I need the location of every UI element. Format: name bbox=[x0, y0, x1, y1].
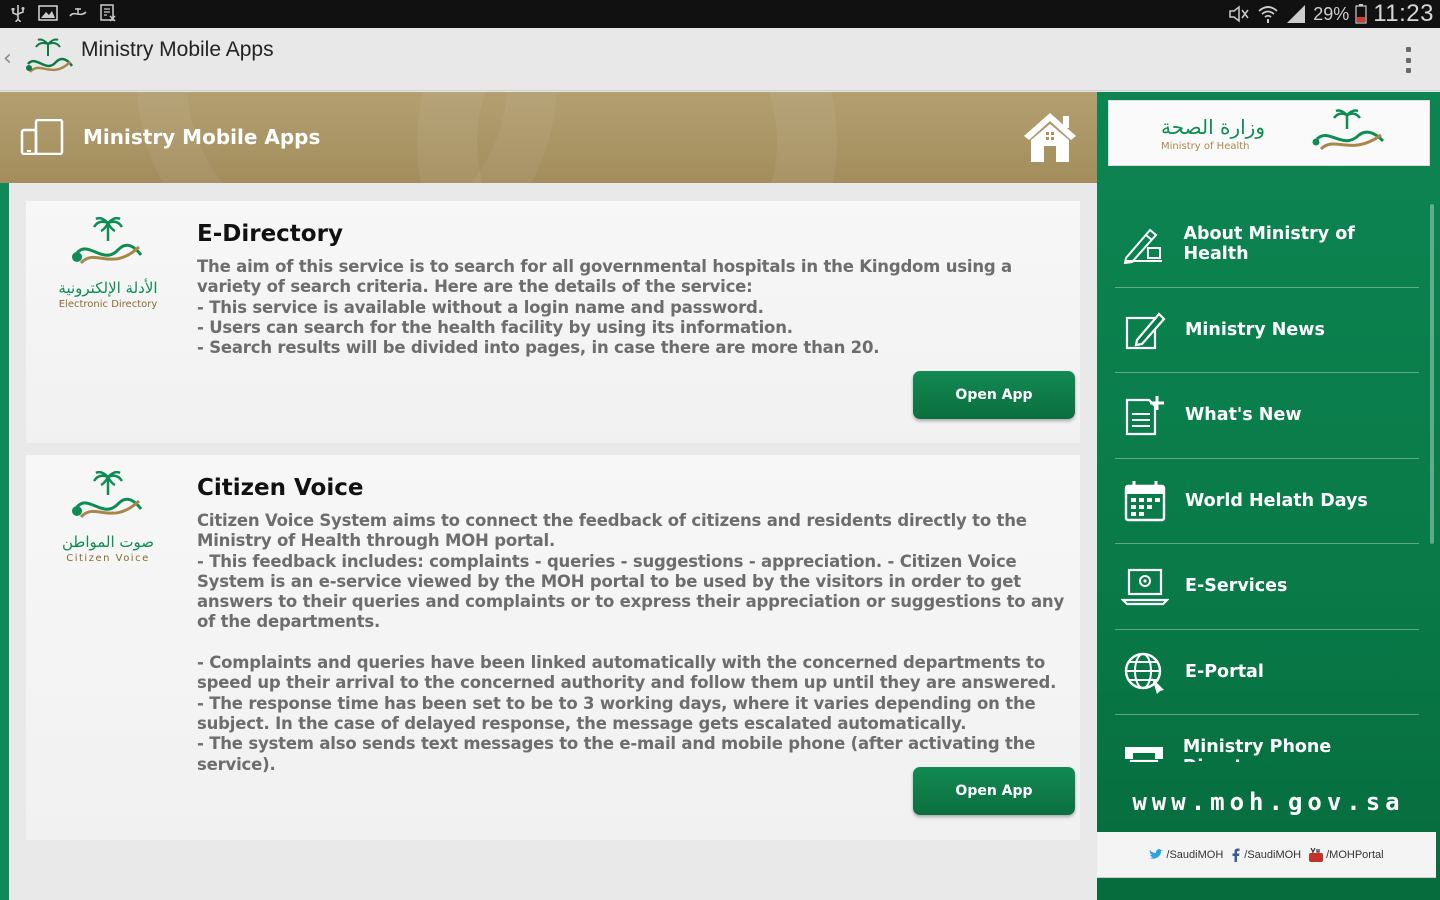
image-icon bbox=[38, 3, 58, 23]
back-icon[interactable]: ‹ bbox=[3, 46, 12, 71]
twitter-icon bbox=[1150, 848, 1164, 859]
facebook-icon bbox=[1232, 848, 1240, 862]
citizen-voice-description: Citizen Voice System aims to connect the… bbox=[197, 511, 1065, 774]
citizen-voice-logo-icon bbox=[72, 470, 143, 519]
sidebar-item-e-services[interactable]: E-Services bbox=[1115, 544, 1419, 630]
sidebar-item-ministry-news[interactable]: Ministry News bbox=[1115, 288, 1419, 373]
e-directory-logo-english: Electronic Directory bbox=[58, 299, 158, 310]
e-directory-open-app-button[interactable]: Open App bbox=[913, 371, 1075, 419]
wifi-icon bbox=[1258, 6, 1278, 23]
signal-icon bbox=[1287, 5, 1306, 23]
ministry-logo-banner[interactable]: وزارة الصحة Ministry of Health bbox=[1108, 100, 1430, 166]
overflow-menu-icon[interactable] bbox=[1404, 47, 1412, 73]
youtube-handle: /MOHPortal bbox=[1326, 848, 1384, 861]
home-icon[interactable] bbox=[1021, 110, 1079, 164]
sidebar-item-label: World Helath Days bbox=[1185, 490, 1368, 511]
status-system-icons: 29% 11:23 bbox=[1227, 0, 1434, 28]
status-time: 11:23 bbox=[1373, 0, 1434, 27]
ministry-logo-arabic: وزارة الصحة bbox=[1161, 115, 1265, 139]
sync-icon bbox=[98, 3, 118, 23]
app-card-e-directory: الأدلة الإلكترونية Electronic Directory … bbox=[26, 201, 1080, 443]
social-links: /SaudiMOH /SaudiMOH /MOHPortal bbox=[1097, 832, 1436, 878]
sidebar-item-label: E-Services bbox=[1185, 576, 1288, 597]
ministry-logo-english: Ministry of Health bbox=[1161, 141, 1250, 152]
citizen-voice-open-app-button[interactable]: Open App bbox=[913, 767, 1075, 815]
page-title: Ministry Mobile Apps bbox=[83, 125, 321, 149]
youtube-icon bbox=[1309, 847, 1324, 862]
e-directory-logo-icon bbox=[72, 216, 143, 265]
status-notification-icons bbox=[8, 3, 118, 23]
sidebar-item-label: About Ministry of Health bbox=[1183, 224, 1355, 265]
e-directory-description: The aim of this service is to search for… bbox=[197, 257, 1012, 358]
document-add-icon bbox=[1119, 391, 1171, 439]
moh-logo-icon[interactable] bbox=[22, 38, 78, 80]
mute-icon bbox=[1229, 5, 1249, 23]
page-banner: Ministry Mobile Apps bbox=[0, 92, 1097, 183]
citizen-voice-title: Citizen Voice bbox=[197, 475, 364, 501]
status-bar: 29% 11:23 bbox=[0, 0, 1440, 28]
e-directory-logo-arabic: الأدلة الإلكترونية bbox=[58, 279, 158, 297]
facebook-link[interactable]: /SaudiMOH bbox=[1231, 848, 1301, 862]
sidebar-nav: About Ministry of Health Ministry News W… bbox=[1115, 202, 1419, 762]
moh-notification-icon bbox=[68, 3, 88, 23]
facebook-handle: /SaudiMOH bbox=[1244, 848, 1302, 861]
sidebar-item-label: E-Portal bbox=[1185, 661, 1264, 682]
sidebar: وزارة الصحة Ministry of Health About Min… bbox=[1097, 92, 1440, 900]
citizen-voice-logo-english: Citizen Voice bbox=[66, 553, 150, 564]
sidebar-item-e-portal[interactable]: E-Portal bbox=[1115, 630, 1419, 715]
battery-percentage: 29% bbox=[1313, 3, 1350, 24]
twitter-handle: /SaudiMOH bbox=[1166, 848, 1224, 861]
sidebar-scrollbar[interactable] bbox=[1430, 204, 1434, 544]
main-content: Ministry Mobile Apps الأدلة الإلكترونية … bbox=[0, 92, 1097, 900]
youtube-link[interactable]: /MOHPortal bbox=[1309, 847, 1384, 862]
sidebar-item-label: Ministry News bbox=[1185, 319, 1325, 340]
twitter-link[interactable]: /SaudiMOH bbox=[1149, 848, 1224, 861]
sidebar-item-label: What's New bbox=[1185, 405, 1302, 426]
globe-icon bbox=[1119, 648, 1171, 696]
edit-icon bbox=[1119, 306, 1171, 354]
battery-icon bbox=[1355, 4, 1367, 24]
mobile-devices-icon bbox=[20, 119, 64, 155]
website-url[interactable]: www.moh.gov.sa bbox=[1097, 788, 1440, 816]
e-directory-logo: الأدلة الإلكترونية Electronic Directory bbox=[40, 216, 176, 327]
e-directory-title: E-Directory bbox=[197, 221, 343, 247]
pen-icon bbox=[1119, 220, 1169, 268]
laptop-icon bbox=[1119, 562, 1171, 610]
action-bar: ‹ Ministry Mobile Apps bbox=[0, 28, 1440, 91]
app-title: Ministry Mobile Apps bbox=[81, 38, 274, 61]
app-card-citizen-voice: صوت المواطن Citizen Voice Citizen Voice … bbox=[26, 455, 1080, 840]
sidebar-item-whats-new[interactable]: What's New bbox=[1115, 373, 1419, 459]
sidebar-item-label: Ministry Phone Directory bbox=[1182, 737, 1332, 762]
content-left-accent bbox=[0, 183, 9, 900]
citizen-voice-logo-arabic: صوت المواطن bbox=[61, 533, 155, 551]
ministry-emblem-icon bbox=[1312, 109, 1385, 151]
phone-icon bbox=[1119, 733, 1169, 762]
citizen-voice-logo: صوت المواطن Citizen Voice bbox=[40, 470, 176, 581]
usb-icon bbox=[8, 3, 28, 23]
sidebar-item-about-ministry[interactable]: About Ministry of Health bbox=[1115, 202, 1419, 288]
sidebar-item-world-health-days[interactable]: World Helath Days bbox=[1115, 459, 1419, 544]
sidebar-item-phone-directory[interactable]: Ministry Phone Directory bbox=[1115, 715, 1419, 762]
calendar-icon bbox=[1119, 477, 1171, 525]
